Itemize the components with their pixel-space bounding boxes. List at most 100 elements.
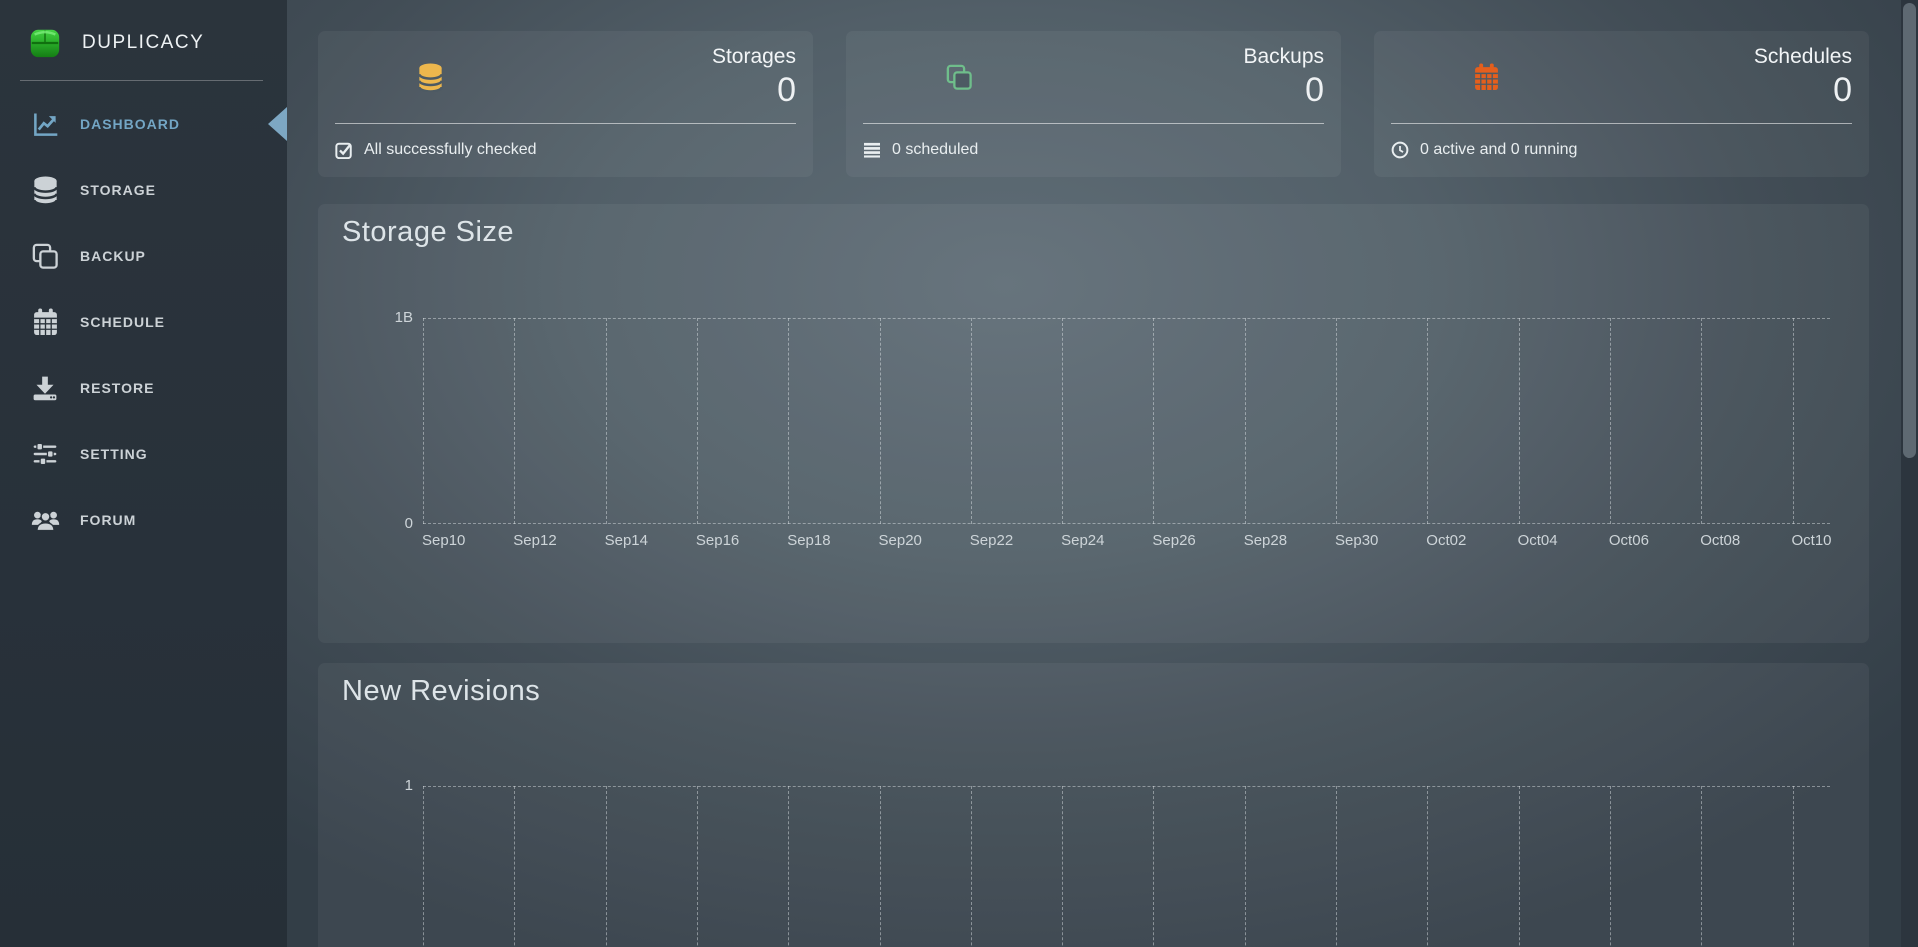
- gridline: [423, 318, 1830, 319]
- sidebar-item-label: BACKUP: [80, 248, 146, 264]
- card-status: 0 scheduled: [846, 124, 1341, 176]
- gridline: [697, 786, 698, 947]
- gridline: [606, 786, 607, 947]
- gridline: [423, 318, 424, 524]
- gridline: [1336, 318, 1337, 524]
- schedules-texts: Schedules 0: [1599, 45, 1869, 109]
- copy-icon: [846, 64, 1071, 90]
- database-icon: [318, 63, 543, 92]
- sidebar-divider: [20, 80, 263, 81]
- gridline: [971, 786, 972, 947]
- gridline: [1427, 786, 1428, 947]
- y-axis-label: 0: [405, 516, 413, 532]
- logo: DUPLICACY: [0, 0, 287, 66]
- gridline: [1153, 318, 1154, 524]
- card-value: 0: [1071, 72, 1324, 109]
- x-axis-label: Oct08: [1700, 532, 1740, 549]
- list-icon: [863, 142, 881, 158]
- x-axis-label: Sep26: [1152, 532, 1195, 549]
- sidebar-item-label: RESTORE: [80, 380, 154, 396]
- gridline: [788, 318, 789, 524]
- card-status-text: 0 scheduled: [892, 141, 978, 159]
- gridline: [1062, 786, 1063, 947]
- gridline: [971, 318, 972, 524]
- gridline: [1245, 318, 1246, 524]
- card-label: Schedules: [1599, 45, 1852, 69]
- chart-line-icon: [30, 111, 60, 138]
- sidebar: DUPLICACY DASHBOARD STORAGE BACKUP SCHEDULE…: [0, 0, 287, 947]
- gridline: [1519, 318, 1520, 524]
- calendar-icon: [1374, 63, 1599, 91]
- gridline: [514, 786, 515, 947]
- x-axis-label: Sep22: [970, 532, 1013, 549]
- gridline: [1062, 318, 1063, 524]
- x-axis-label: Sep16: [696, 532, 739, 549]
- gridline: [423, 786, 1830, 787]
- storage-size-title: Storage Size: [342, 216, 514, 249]
- x-axis-label: Sep24: [1061, 532, 1104, 549]
- card-value: 0: [1599, 72, 1852, 109]
- x-axis-label: Oct04: [1518, 532, 1558, 549]
- sidebar-item-schedule[interactable]: SCHEDULE: [0, 289, 287, 355]
- gridline: [1793, 318, 1794, 524]
- sidebar-item-backup[interactable]: BACKUP: [0, 223, 287, 289]
- x-axis-label: Oct10: [1792, 532, 1832, 549]
- storages-card[interactable]: Storages0 All successfully checked: [318, 31, 813, 177]
- gridline: [606, 318, 607, 524]
- gridline: [1245, 786, 1246, 947]
- storages-texts: Storages0: [543, 45, 813, 109]
- sidebar-item-storage[interactable]: STORAGE: [0, 157, 287, 223]
- sidebar-item-forum[interactable]: FORUM: [0, 487, 287, 553]
- card-status-text: All successfully checked: [364, 141, 537, 159]
- sidebar-item-label: SETTING: [80, 446, 148, 462]
- x-axis-label: Sep12: [513, 532, 556, 549]
- sidebar-item-dashboard[interactable]: DASHBOARD: [0, 91, 287, 157]
- gridline: [1336, 786, 1337, 947]
- x-axis-label: Sep18: [787, 532, 830, 549]
- sidebar-item-setting[interactable]: SETTING: [0, 421, 287, 487]
- copy-icon: [30, 243, 60, 269]
- gridline: [1610, 318, 1611, 524]
- sidebar-item-restore[interactable]: RESTORE: [0, 355, 287, 421]
- calendar-icon: [30, 308, 60, 336]
- users-icon: [30, 508, 60, 532]
- gridline: [1519, 786, 1520, 947]
- sidebar-item-label: STORAGE: [80, 182, 156, 198]
- summary-cards-row: Storages0 All successfully checked Backups…: [318, 31, 1869, 177]
- scrollbar-track[interactable]: [1901, 0, 1918, 947]
- storage-size-panel: Storage Size 1B 0 Sep10 Sep12 Sep14 Sep16 Se…: [318, 204, 1869, 643]
- card-label: Backups: [1071, 45, 1324, 69]
- sidebar-nav: DASHBOARD STORAGE BACKUP SCHEDULE RESTORE SET…: [0, 91, 287, 553]
- x-axis-label: Sep20: [879, 532, 922, 549]
- sliders-icon: [30, 441, 60, 467]
- app-title: DUPLICACY: [82, 32, 204, 54]
- schedules-card[interactable]: Schedules 0 0 active and 0 running: [1374, 31, 1869, 177]
- gridline: [1153, 786, 1154, 947]
- gridline: [514, 318, 515, 524]
- x-axis-label: Oct06: [1609, 532, 1649, 549]
- download-icon: [30, 375, 60, 401]
- y-axis-label: 1B: [395, 310, 413, 326]
- check-square-icon: [335, 141, 353, 159]
- backups-texts: Backups 0: [1071, 45, 1341, 109]
- card-value: 0: [543, 72, 796, 109]
- gridline: [423, 786, 424, 947]
- sidebar-item-label: FORUM: [80, 512, 136, 528]
- main-content: Storages0 All successfully checked Backups…: [287, 0, 1918, 947]
- card-status: 0 active and 0 running: [1374, 124, 1869, 176]
- sidebar-item-label: DASHBOARD: [80, 116, 180, 132]
- storages-card-top: Storages0: [318, 31, 813, 123]
- x-axis-label: Sep14: [605, 532, 648, 549]
- backups-card[interactable]: Backups 0 0 scheduled: [846, 31, 1341, 177]
- new-revisions-title: New Revisions: [342, 675, 540, 708]
- database-icon: [30, 176, 60, 205]
- backups-card-top: Backups 0: [846, 31, 1341, 123]
- gridline: [880, 786, 881, 947]
- scrollbar-thumb[interactable]: [1903, 3, 1916, 458]
- gridline: [1610, 786, 1611, 947]
- gridline: [423, 523, 1830, 524]
- gridline: [1793, 786, 1794, 947]
- sidebar-item-label: SCHEDULE: [80, 314, 165, 330]
- gridline: [1701, 786, 1702, 947]
- x-axis-label: Sep10: [422, 532, 465, 549]
